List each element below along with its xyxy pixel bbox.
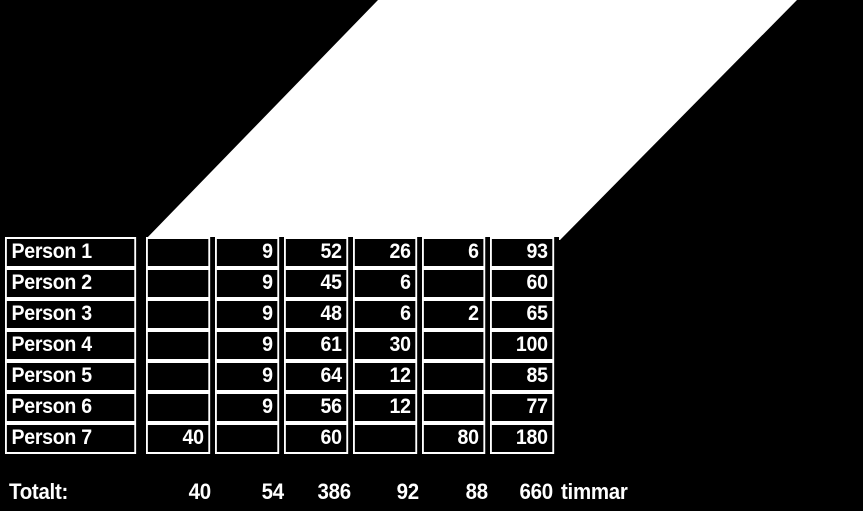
cell-col5: 6	[353, 268, 418, 299]
cell-col4: 52	[284, 237, 349, 268]
table-row[interactable]: Person 6 9 56 12 77	[5, 392, 559, 423]
cell-col5: 6	[353, 299, 418, 330]
row-label: Person 2	[5, 268, 137, 299]
table-row[interactable]: Person 4 9 61 30 100	[5, 330, 559, 361]
cell-col2	[146, 392, 211, 423]
cell-col4: 48	[284, 299, 349, 330]
cell-col4: 45	[284, 268, 349, 299]
row-label: Person 1	[5, 237, 137, 268]
cell-col3: 9	[215, 330, 280, 361]
cell-col5: 30	[353, 330, 418, 361]
totals-label: Totalt:	[9, 479, 69, 504]
total-grand: 660	[519, 479, 554, 504]
total-col2: 40	[188, 479, 211, 504]
cell-total: 93	[490, 237, 555, 268]
total-col6: 88	[465, 479, 488, 504]
cell-col6	[422, 330, 486, 361]
cell-total: 100	[490, 330, 555, 361]
table-row[interactable]: Person 1 9 52 26 6 93	[5, 237, 559, 268]
row-label: Person 5	[5, 361, 137, 392]
cell-col6	[422, 361, 486, 392]
cell-col4: 61	[284, 330, 349, 361]
table-row[interactable]: Person 5 9 64 12 85	[5, 361, 559, 392]
cell-total: 60	[490, 268, 555, 299]
cell-col5: 12	[353, 392, 418, 423]
screen-canvas: Person 1 9 52 26 6 93 Person 2 9 45 6 60…	[0, 0, 863, 511]
row-label: Person 4	[5, 330, 137, 361]
cell-total: 65	[490, 299, 555, 330]
hours-table-body: Person 1 9 52 26 6 93 Person 2 9 45 6 60…	[5, 237, 559, 454]
totals-row: Totalt: 40 54 386 92 88 660 timmar	[5, 477, 705, 507]
total-col5: 92	[396, 479, 419, 504]
cell-col5: 12	[353, 361, 418, 392]
cell-col2	[146, 237, 211, 268]
cell-col6: 80	[422, 423, 486, 454]
cell-total: 77	[490, 392, 555, 423]
cell-col6	[422, 268, 486, 299]
cell-col3	[215, 423, 280, 454]
cell-col6	[422, 392, 486, 423]
cell-col6: 6	[422, 237, 486, 268]
cell-col5: 26	[353, 237, 418, 268]
table-row[interactable]: Person 3 9 48 6 2 65	[5, 299, 559, 330]
cell-col3: 9	[215, 237, 280, 268]
cell-col2	[146, 299, 211, 330]
cell-col5	[353, 423, 418, 454]
total-col4: 386	[317, 479, 352, 504]
row-label: Person 3	[5, 299, 137, 330]
header-banner-shape	[0, 0, 863, 242]
hours-table: Person 1 9 52 26 6 93 Person 2 9 45 6 60…	[5, 237, 559, 454]
cell-total: 180	[490, 423, 555, 454]
cell-col4: 60	[284, 423, 349, 454]
totals-unit: timmar	[561, 479, 628, 504]
cell-col2	[146, 330, 211, 361]
cell-col3: 9	[215, 299, 280, 330]
row-label: Person 6	[5, 392, 137, 423]
table-row[interactable]: Person 7 40 60 80 180	[5, 423, 559, 454]
cell-col2	[146, 361, 211, 392]
table-row[interactable]: Person 2 9 45 6 60	[5, 268, 559, 299]
cell-col2	[146, 268, 211, 299]
cell-total: 85	[490, 361, 555, 392]
cell-col4: 64	[284, 361, 349, 392]
row-label: Person 7	[5, 423, 137, 454]
cell-col3: 9	[215, 361, 280, 392]
cell-col6: 2	[422, 299, 486, 330]
total-col3: 54	[261, 479, 284, 504]
cell-col3: 9	[215, 392, 280, 423]
cell-col3: 9	[215, 268, 280, 299]
cell-col2: 40	[146, 423, 211, 454]
cell-col4: 56	[284, 392, 349, 423]
